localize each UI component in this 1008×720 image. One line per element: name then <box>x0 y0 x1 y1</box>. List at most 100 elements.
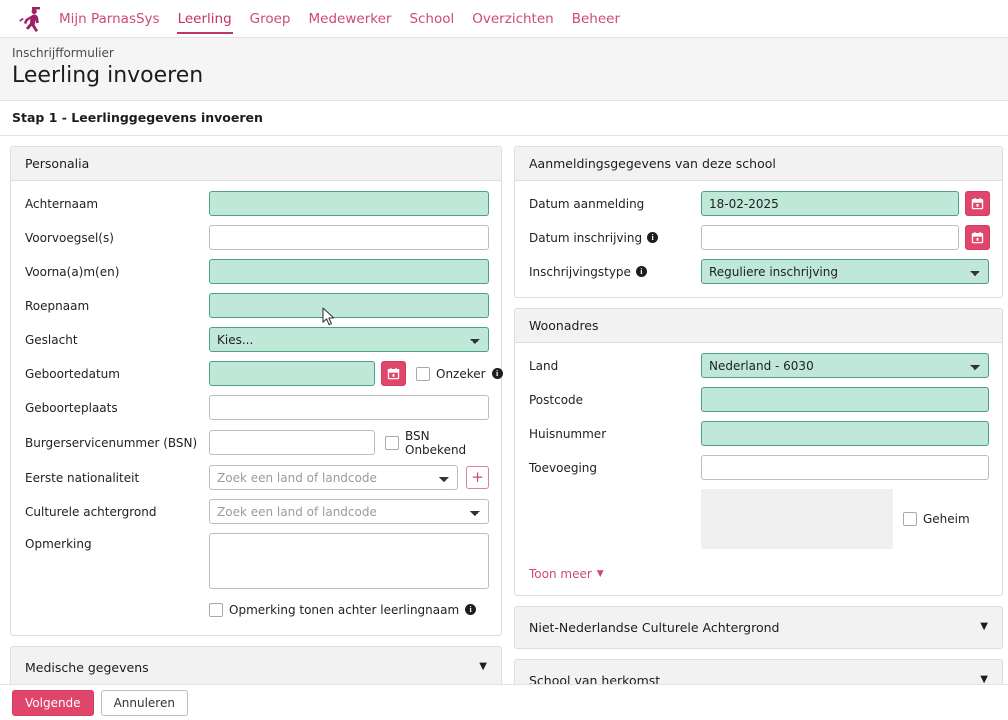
row-datum-aanmelding: Datum aanmelding <box>529 191 990 217</box>
label-huisnummer: Huisnummer <box>529 426 607 441</box>
onzeker-label: Onzeker <box>436 366 486 381</box>
nav-item-beheer[interactable]: Beheer <box>563 0 629 38</box>
main-nav-links: Mijn ParnasSys Leerling Groep Medewerker… <box>50 0 629 38</box>
nav-item-groep[interactable]: Groep <box>241 0 300 38</box>
nav-item-school[interactable]: School <box>400 0 463 38</box>
calendar-icon <box>387 367 400 380</box>
label-eerste-nationaliteit: Eerste nationaliteit <box>25 470 140 485</box>
row-voornamen: Voorna(a)m(en) <box>25 259 489 285</box>
row-adres-preview: Geheim <box>529 488 990 549</box>
row-toevoeging: Toevoeging <box>529 455 990 481</box>
datum-inschrijving-input[interactable] <box>701 225 959 250</box>
label-toevoeging: Toevoeging <box>529 460 598 475</box>
geboortedatum-input[interactable] <box>209 361 375 386</box>
land-select[interactable]: Nederland - 6030 <box>701 353 989 378</box>
label-voornamen: Voorna(a)m(en) <box>25 264 120 279</box>
chevron-down-icon[interactable]: ▼ <box>479 662 487 672</box>
datum-aanmelding-input[interactable] <box>701 191 959 216</box>
running-person-logo[interactable] <box>10 4 50 34</box>
label-bsn: Burgerservicenummer (BSN) <box>25 435 198 450</box>
label-geboortedatum: Geboortedatum <box>25 366 120 381</box>
panel-personalia: Personalia Achternaam Voorvoegsel(s) Voo… <box>10 145 503 636</box>
right-column: Aanmeldingsgegevens van deze school Datu… <box>514 145 1003 702</box>
bsn-onbekend-checkbox[interactable] <box>385 435 399 450</box>
row-land: Land Nederland - 6030 <box>529 353 990 379</box>
voorvoegsel-input[interactable] <box>209 225 489 250</box>
geboorteplaats-input[interactable] <box>209 395 489 420</box>
row-roepnaam: Roepnaam <box>25 293 489 319</box>
bsn-onbekend-label: BSN Onbekend <box>405 428 467 457</box>
label-voorvoegsel: Voorvoegsel(s) <box>25 230 114 245</box>
onzeker-checkbox[interactable] <box>416 366 430 381</box>
bsn-input[interactable] <box>209 430 375 455</box>
label-datum-inschrijving: Datum inschrijving i <box>529 231 701 245</box>
eerste-nationaliteit-select[interactable]: Zoek een land of landcode <box>209 465 458 490</box>
info-icon[interactable]: i <box>635 266 647 277</box>
form-footer: Volgende Annuleren <box>0 684 1008 720</box>
geheim-checkbox[interactable] <box>903 511 917 526</box>
roepnaam-input[interactable] <box>209 293 489 318</box>
geboortedatum-calendar-button[interactable] <box>381 361 406 386</box>
panel-aanmeldingsgegevens-title: Aanmeldingsgegevens van deze school <box>515 146 1002 181</box>
culturele-achtergrond-select[interactable]: Zoek een land of landcode <box>209 499 489 524</box>
row-postcode: Postcode <box>529 387 990 413</box>
volgende-button[interactable]: Volgende <box>12 689 94 716</box>
breadcrumb: Inschrijfformulier <box>12 46 114 60</box>
opmerking-tonen-label: Opmerking tonen achter leerlingnaam <box>229 602 460 617</box>
row-geboortedatum: Geboortedatum Onzeker i <box>25 361 503 387</box>
inschrijvingstype-select[interactable]: Reguliere inschrijving <box>701 259 989 284</box>
bsn-onbekend-checkbox-wrapper[interactable]: BSN Onbekend <box>385 429 489 457</box>
opmerking-tonen-checkbox[interactable] <box>209 602 223 617</box>
opmerking-tonen-checkbox-wrapper[interactable]: Opmerking tonen achter leerlingnaam i <box>209 602 477 617</box>
panel-niet-nederlandse-culturele-achtergrond[interactable]: Niet-Nederlandse Culturele Achtergrond ▼ <box>514 605 1003 649</box>
label-culturele-achtergrond: Culturele achtergrond <box>25 504 157 519</box>
row-geboorteplaats: Geboorteplaats <box>25 395 489 421</box>
panel-aanmeldingsgegevens-body: Datum aanmelding Datum i <box>515 181 1002 297</box>
nav-item-leerling[interactable]: Leerling <box>169 0 241 38</box>
info-icon[interactable]: i <box>491 368 503 379</box>
row-culturele-achtergrond: Culturele achtergrond Zoek een land of l… <box>25 499 489 525</box>
info-icon[interactable]: i <box>465 604 477 615</box>
calendar-icon <box>971 197 984 210</box>
row-opmerking-tonen: Opmerking tonen achter leerlingnaam i <box>25 597 489 623</box>
postcode-input[interactable] <box>701 387 989 412</box>
info-icon[interactable]: i <box>647 232 659 243</box>
huisnummer-input[interactable] <box>701 421 989 446</box>
voornamen-input[interactable] <box>209 259 489 284</box>
panel-personalia-title: Personalia <box>11 146 501 181</box>
row-achternaam: Achternaam <box>25 191 489 217</box>
annuleren-button[interactable]: Annuleren <box>100 689 188 716</box>
onzeker-checkbox-wrapper[interactable]: Onzeker i <box>416 366 503 381</box>
nav-item-overzichten[interactable]: Overzichten <box>463 0 562 38</box>
label-inschrijvingstype: Inschrijvingstype i <box>529 265 701 279</box>
toon-meer-label: Toon meer <box>529 566 592 581</box>
row-bsn: Burgerservicenummer (BSN) BSN Onbekend <box>25 429 489 457</box>
panel-aanmeldingsgegevens: Aanmeldingsgegevens van deze school Datu… <box>514 145 1003 298</box>
label-datum-aanmelding: Datum aanmelding <box>529 196 645 211</box>
datum-inschrijving-calendar-button[interactable] <box>965 225 990 250</box>
nav-item-medewerker[interactable]: Medewerker <box>300 0 401 38</box>
label-geslacht: Geslacht <box>25 332 78 347</box>
label-opmerking: Opmerking <box>25 536 92 551</box>
row-geslacht: Geslacht Kies... <box>25 327 489 353</box>
geslacht-select[interactable]: Kies... <box>209 327 489 352</box>
panel-woonadres-body: Land Nederland - 6030 Postcode Huisnumme… <box>515 343 1002 595</box>
calendar-icon <box>971 231 984 244</box>
geheim-label: Geheim <box>923 511 970 526</box>
add-nationaliteit-button[interactable]: + <box>466 466 489 489</box>
step-indicator: Stap 1 - Leerlinggegevens invoeren <box>0 100 1008 136</box>
chevron-down-icon[interactable]: ▼ <box>980 622 988 632</box>
achternaam-input[interactable] <box>209 191 489 216</box>
panel-medische-gegevens[interactable]: Medische gegevens ▼ <box>10 645 502 689</box>
toevoeging-input[interactable] <box>701 455 989 480</box>
datum-aanmelding-calendar-button[interactable] <box>965 191 990 216</box>
chevron-down-icon: ▼ <box>596 568 604 579</box>
toon-meer-link[interactable]: Toon meer ▼ <box>529 567 604 581</box>
geheim-checkbox-wrapper[interactable]: Geheim <box>903 511 970 526</box>
opmerking-textarea[interactable] <box>209 532 489 589</box>
label-geboorteplaats: Geboorteplaats <box>25 400 118 415</box>
page-header: Inschrijfformulier Leerling invoeren <box>0 38 1008 101</box>
nav-item-mijn-parnassys[interactable]: Mijn ParnasSys <box>50 0 169 38</box>
form-content: Personalia Achternaam Voorvoegsel(s) Voo… <box>0 136 1008 702</box>
panel-medische-gegevens-title: Medische gegevens <box>25 659 149 675</box>
